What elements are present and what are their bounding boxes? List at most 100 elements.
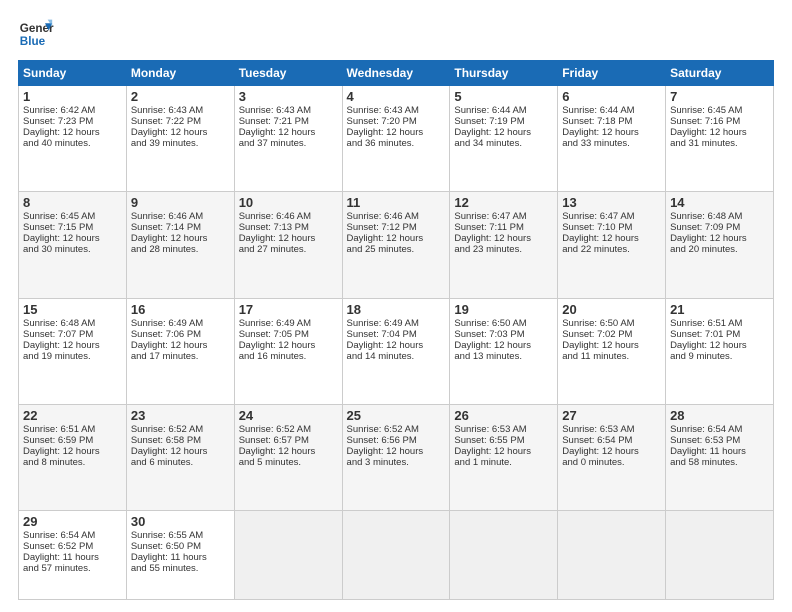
calendar-cell: 15Sunrise: 6:48 AMSunset: 7:07 PMDayligh… — [19, 298, 127, 404]
cell-text: Sunrise: 6:52 AM — [347, 424, 446, 435]
cell-text: Sunset: 7:15 PM — [23, 222, 122, 233]
week-row-1: 1Sunrise: 6:42 AMSunset: 7:23 PMDaylight… — [19, 86, 774, 192]
day-number: 27 — [562, 408, 661, 423]
cell-text: Sunset: 7:16 PM — [670, 116, 769, 127]
week-row-2: 8Sunrise: 6:45 AMSunset: 7:15 PMDaylight… — [19, 192, 774, 298]
cell-text: and 9 minutes. — [670, 351, 769, 362]
cell-text: Sunrise: 6:45 AM — [23, 211, 122, 222]
cell-text: and 33 minutes. — [562, 138, 661, 149]
calendar-cell: 4Sunrise: 6:43 AMSunset: 7:20 PMDaylight… — [342, 86, 450, 192]
cell-text: Sunset: 7:13 PM — [239, 222, 338, 233]
cell-text: Sunrise: 6:52 AM — [131, 424, 230, 435]
cell-text: Daylight: 12 hours — [347, 340, 446, 351]
cell-text: Sunset: 7:09 PM — [670, 222, 769, 233]
cell-text: Sunset: 6:58 PM — [131, 435, 230, 446]
calendar-cell: 9Sunrise: 6:46 AMSunset: 7:14 PMDaylight… — [126, 192, 234, 298]
cell-text: Sunset: 6:59 PM — [23, 435, 122, 446]
cell-text: Sunrise: 6:45 AM — [670, 105, 769, 116]
day-number: 1 — [23, 89, 122, 104]
day-number: 20 — [562, 302, 661, 317]
cell-text: Sunrise: 6:49 AM — [239, 318, 338, 329]
cell-text: Daylight: 12 hours — [347, 127, 446, 138]
calendar-cell: 30Sunrise: 6:55 AMSunset: 6:50 PMDayligh… — [126, 511, 234, 600]
calendar-cell: 7Sunrise: 6:45 AMSunset: 7:16 PMDaylight… — [666, 86, 774, 192]
cell-text: Sunset: 6:54 PM — [562, 435, 661, 446]
cell-text: Daylight: 12 hours — [347, 446, 446, 457]
day-number: 21 — [670, 302, 769, 317]
day-number: 13 — [562, 195, 661, 210]
cell-text: and 36 minutes. — [347, 138, 446, 149]
day-number: 7 — [670, 89, 769, 104]
calendar-cell: 18Sunrise: 6:49 AMSunset: 7:04 PMDayligh… — [342, 298, 450, 404]
weekday-header-monday: Monday — [126, 61, 234, 86]
weekday-header-wednesday: Wednesday — [342, 61, 450, 86]
cell-text: Daylight: 12 hours — [239, 233, 338, 244]
day-number: 26 — [454, 408, 553, 423]
cell-text: Sunset: 7:21 PM — [239, 116, 338, 127]
cell-text: Sunrise: 6:51 AM — [670, 318, 769, 329]
cell-text: and 11 minutes. — [562, 351, 661, 362]
week-row-5: 29Sunrise: 6:54 AMSunset: 6:52 PMDayligh… — [19, 511, 774, 600]
cell-text: Sunset: 6:56 PM — [347, 435, 446, 446]
cell-text: Sunset: 7:18 PM — [562, 116, 661, 127]
cell-text: Sunset: 7:19 PM — [454, 116, 553, 127]
calendar-table: SundayMondayTuesdayWednesdayThursdayFrid… — [18, 60, 774, 600]
cell-text: Sunset: 7:01 PM — [670, 329, 769, 340]
cell-text: Sunset: 7:11 PM — [454, 222, 553, 233]
cell-text: and 5 minutes. — [239, 457, 338, 468]
cell-text: Daylight: 12 hours — [454, 233, 553, 244]
cell-text: Daylight: 12 hours — [562, 446, 661, 457]
week-row-4: 22Sunrise: 6:51 AMSunset: 6:59 PMDayligh… — [19, 404, 774, 510]
cell-text: Sunset: 7:06 PM — [131, 329, 230, 340]
cell-text: Sunset: 7:23 PM — [23, 116, 122, 127]
cell-text: and 22 minutes. — [562, 244, 661, 255]
cell-text: Sunset: 7:04 PM — [347, 329, 446, 340]
day-number: 19 — [454, 302, 553, 317]
calendar-cell: 10Sunrise: 6:46 AMSunset: 7:13 PMDayligh… — [234, 192, 342, 298]
cell-text: and 19 minutes. — [23, 351, 122, 362]
cell-text: Daylight: 12 hours — [562, 127, 661, 138]
day-number: 16 — [131, 302, 230, 317]
cell-text: Daylight: 11 hours — [23, 552, 122, 563]
cell-text: and 57 minutes. — [23, 563, 122, 574]
cell-text: Sunrise: 6:43 AM — [347, 105, 446, 116]
calendar-cell — [342, 511, 450, 600]
cell-text: and 40 minutes. — [23, 138, 122, 149]
day-number: 10 — [239, 195, 338, 210]
calendar-cell — [558, 511, 666, 600]
cell-text: Sunset: 7:02 PM — [562, 329, 661, 340]
cell-text: Sunset: 6:50 PM — [131, 541, 230, 552]
cell-text: Sunrise: 6:43 AM — [131, 105, 230, 116]
calendar-cell: 28Sunrise: 6:54 AMSunset: 6:53 PMDayligh… — [666, 404, 774, 510]
cell-text: Daylight: 12 hours — [670, 340, 769, 351]
cell-text: Daylight: 12 hours — [454, 340, 553, 351]
cell-text: Daylight: 12 hours — [23, 340, 122, 351]
cell-text: and 31 minutes. — [670, 138, 769, 149]
day-number: 6 — [562, 89, 661, 104]
cell-text: Daylight: 11 hours — [131, 552, 230, 563]
calendar-cell: 13Sunrise: 6:47 AMSunset: 7:10 PMDayligh… — [558, 192, 666, 298]
cell-text: and 1 minute. — [454, 457, 553, 468]
cell-text: and 39 minutes. — [131, 138, 230, 149]
calendar-cell: 12Sunrise: 6:47 AMSunset: 7:11 PMDayligh… — [450, 192, 558, 298]
cell-text: Sunrise: 6:50 AM — [562, 318, 661, 329]
day-number: 18 — [347, 302, 446, 317]
calendar-cell: 20Sunrise: 6:50 AMSunset: 7:02 PMDayligh… — [558, 298, 666, 404]
cell-text: Sunrise: 6:55 AM — [131, 530, 230, 541]
cell-text: and 34 minutes. — [454, 138, 553, 149]
cell-text: Daylight: 12 hours — [670, 127, 769, 138]
weekday-header-tuesday: Tuesday — [234, 61, 342, 86]
cell-text: Sunrise: 6:47 AM — [454, 211, 553, 222]
calendar-cell: 8Sunrise: 6:45 AMSunset: 7:15 PMDaylight… — [19, 192, 127, 298]
cell-text: Sunrise: 6:46 AM — [131, 211, 230, 222]
logo: General Blue — [18, 16, 54, 52]
cell-text: Sunset: 7:20 PM — [347, 116, 446, 127]
cell-text: Sunrise: 6:43 AM — [239, 105, 338, 116]
page: General Blue SundayMondayTuesdayWednesda… — [0, 0, 792, 612]
calendar-cell: 5Sunrise: 6:44 AMSunset: 7:19 PMDaylight… — [450, 86, 558, 192]
cell-text: Sunrise: 6:54 AM — [23, 530, 122, 541]
day-number: 15 — [23, 302, 122, 317]
cell-text: and 6 minutes. — [131, 457, 230, 468]
day-number: 23 — [131, 408, 230, 423]
cell-text: and 25 minutes. — [347, 244, 446, 255]
